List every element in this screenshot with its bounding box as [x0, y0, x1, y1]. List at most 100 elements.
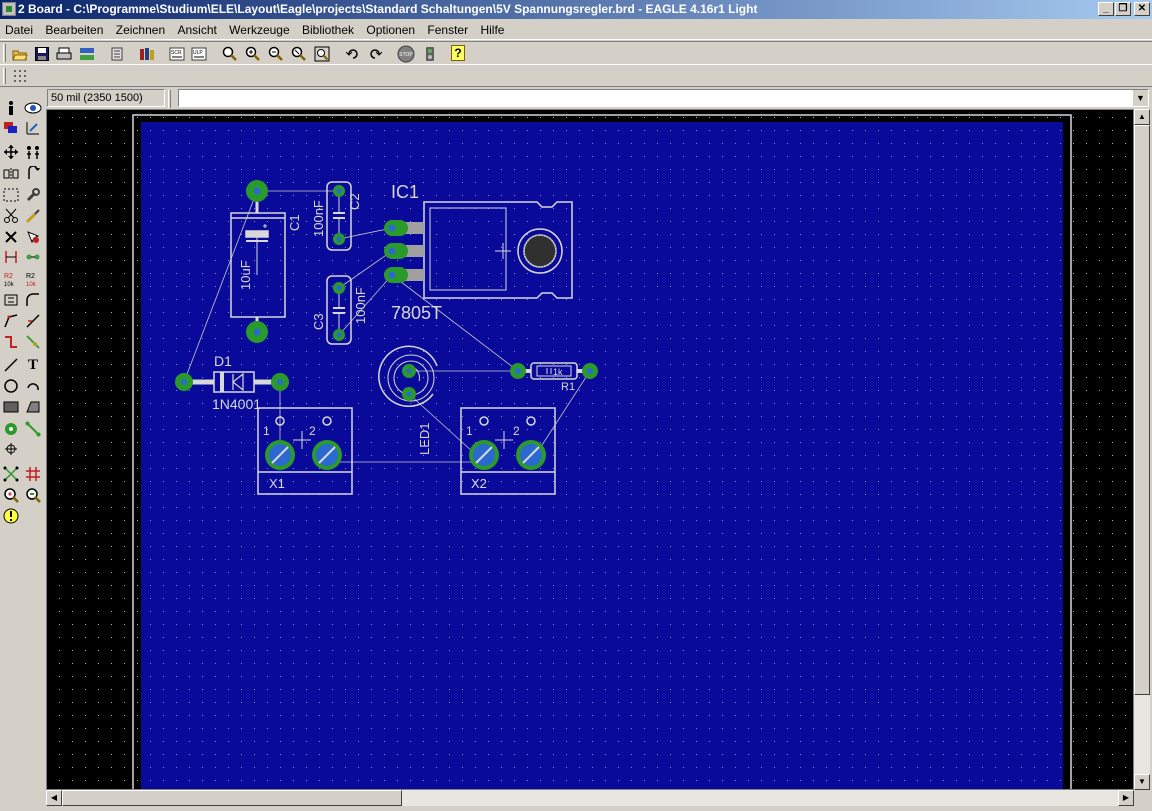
text-icon[interactable]: T [23, 355, 43, 375]
x1-pin1-label: 1 [263, 424, 270, 438]
toolbar-grip[interactable] [3, 44, 6, 62]
menu-werkzeuge[interactable]: Werkzeuge [224, 20, 293, 37]
menu-bearbeiten[interactable]: Bearbeiten [40, 20, 107, 37]
add-icon[interactable] [23, 227, 43, 247]
horizontal-scrollbar[interactable]: ◀ ▶ [46, 790, 1134, 806]
svg-text:10k: 10k [26, 282, 37, 287]
pad [384, 267, 408, 283]
minimize-button[interactable]: _ [1098, 2, 1114, 16]
undo-icon[interactable] [344, 45, 362, 63]
command-line-input[interactable]: ▼ [178, 89, 1149, 107]
stop-icon[interactable]: STOP [397, 45, 415, 63]
wire-icon[interactable] [1, 355, 21, 375]
svg-text:ULP: ULP [193, 50, 203, 56]
x1-pin2-label: 2 [309, 424, 316, 438]
d1-value-label: 1N4001 [212, 396, 261, 412]
zoom-in-icon[interactable] [244, 45, 262, 63]
library-icon[interactable] [138, 45, 156, 63]
replace-icon[interactable] [23, 247, 43, 267]
group-icon[interactable] [1, 185, 21, 205]
erc-icon[interactable] [1, 485, 21, 505]
zoom-out-icon[interactable] [267, 45, 285, 63]
x1-name-label: X1 [269, 476, 285, 491]
pinswap-icon[interactable] [1, 247, 21, 267]
menu-bibliothek[interactable]: Bibliothek [297, 20, 358, 37]
copy-icon[interactable] [23, 142, 43, 162]
rect-icon[interactable] [1, 397, 21, 417]
ic1-name-label: IC1 [391, 182, 419, 202]
pad [510, 363, 526, 379]
open-icon[interactable] [11, 45, 29, 63]
menu-fenster[interactable]: Fenster [422, 20, 472, 37]
change-icon[interactable] [23, 185, 43, 205]
menu-ansicht[interactable]: Ansicht [172, 20, 220, 37]
c2-name-label: C2 [347, 193, 362, 210]
scroll-left-button[interactable]: ◀ [46, 790, 62, 806]
main-toolbar: SCR ULP STOP ? [0, 41, 1152, 65]
miter-icon[interactable] [23, 290, 43, 310]
svg-text:10k: 10k [4, 282, 15, 287]
value-icon[interactable]: R2 10k [23, 269, 43, 289]
script-icon[interactable]: SCR [168, 45, 186, 63]
cut-icon[interactable] [1, 206, 21, 226]
vertical-scrollbar[interactable]: ▲ ▼ [1134, 109, 1150, 790]
pad [384, 220, 408, 236]
ripup-icon[interactable] [23, 332, 43, 352]
board-schematic-icon[interactable] [108, 45, 126, 63]
via-icon[interactable] [1, 419, 21, 439]
toolbar-grip-2[interactable] [3, 68, 6, 84]
menu-datei[interactable]: Datei [0, 20, 37, 37]
c2-value-label: 100nF [311, 200, 326, 237]
svg-text:R2: R2 [26, 273, 35, 280]
board-canvas[interactable]: 10uF C1 100nF C2 C3 100nF IC1 7805T D1 1… [46, 109, 1134, 790]
mirror-icon[interactable] [1, 164, 21, 184]
auto-icon[interactable] [23, 464, 43, 484]
rotate-icon[interactable] [23, 164, 43, 184]
menu-zeichnen[interactable]: Zeichnen [111, 20, 169, 37]
show-eye-icon[interactable] [23, 98, 43, 118]
delete-icon[interactable] [1, 227, 21, 247]
cam-icon[interactable] [78, 45, 96, 63]
redo-icon[interactable] [366, 45, 384, 63]
signal-icon[interactable] [23, 419, 43, 439]
menu-optionen[interactable]: Optionen [361, 20, 419, 37]
polygon-icon[interactable] [23, 397, 43, 417]
hole-icon[interactable] [1, 439, 21, 459]
help-icon[interactable]: ? [451, 45, 465, 61]
arc-icon[interactable] [23, 376, 43, 396]
move-icon[interactable] [1, 142, 21, 162]
scroll-right-button[interactable]: ▶ [1118, 790, 1134, 806]
scroll-down-button[interactable]: ▼ [1134, 774, 1150, 790]
split-icon[interactable] [1, 311, 21, 331]
vertical-scroll-thumb[interactable] [1134, 125, 1150, 695]
print-icon[interactable] [55, 45, 73, 63]
mark-icon[interactable] [23, 118, 43, 138]
scroll-up-button[interactable]: ▲ [1134, 109, 1150, 125]
route-icon[interactable] [1, 332, 21, 352]
errors-icon[interactable] [1, 506, 21, 526]
optimize-icon[interactable] [23, 311, 43, 331]
close-button[interactable]: ✕ [1134, 2, 1150, 16]
grid-icon[interactable] [11, 67, 29, 85]
restore-button[interactable]: ❐ [1115, 2, 1131, 16]
display-layers-icon[interactable] [1, 118, 21, 138]
zoom-select-icon[interactable] [313, 45, 331, 63]
pad [175, 373, 193, 391]
paste-icon[interactable] [23, 206, 43, 226]
x2-name-label: X2 [471, 476, 487, 491]
ulp-icon[interactable]: ULP [190, 45, 208, 63]
go-icon[interactable] [421, 45, 439, 63]
c3-name-label: C3 [311, 313, 326, 330]
info-icon[interactable] [1, 98, 21, 118]
zoom-fit-icon[interactable] [221, 45, 239, 63]
drc-icon[interactable] [23, 485, 43, 505]
menu-hilfe[interactable]: Hilfe [475, 20, 508, 37]
save-icon[interactable] [33, 45, 51, 63]
horizontal-scroll-thumb[interactable] [62, 790, 402, 806]
circle-icon[interactable] [1, 376, 21, 396]
command-history-dropdown[interactable]: ▼ [1132, 90, 1148, 106]
name-icon[interactable]: R2 10k [1, 269, 21, 289]
smash-icon[interactable] [1, 290, 21, 310]
ratsnest-icon[interactable] [1, 464, 21, 484]
redraw-icon[interactable] [290, 45, 308, 63]
